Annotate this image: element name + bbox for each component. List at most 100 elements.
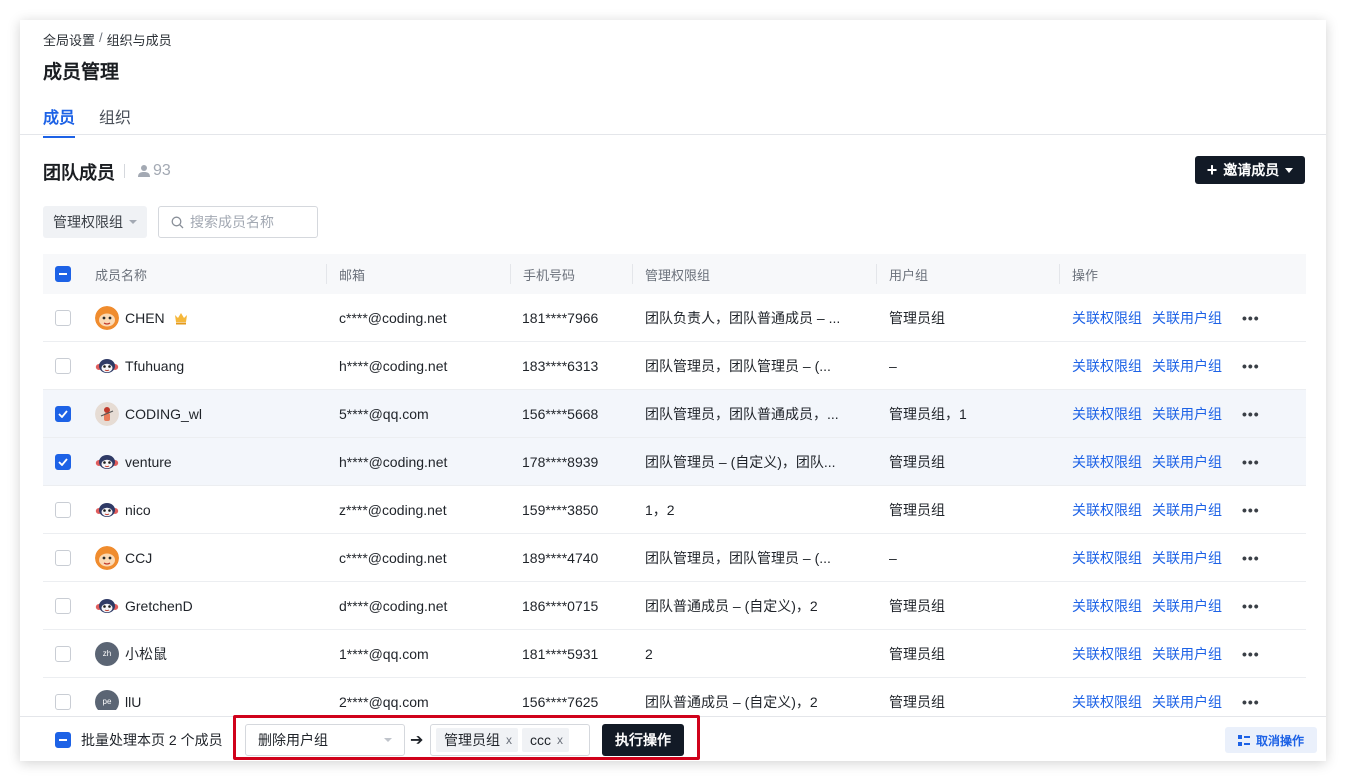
member-name[interactable]: CHEN [125,310,165,326]
more-icon[interactable]: ••• [1242,406,1260,422]
table-body: CHEN c****@coding.net 181****7966 团队负责人，… [43,294,1306,710]
link-user-group-button[interactable]: 关联用户组 [1152,596,1222,616]
member-name[interactable]: 小松鼠 [125,644,167,664]
group-tag: ccc x [522,728,569,752]
invite-member-button[interactable]: + 邀请成员 [1195,156,1305,184]
link-perm-group-button[interactable]: 关联权限组 [1072,404,1142,424]
caret-down-icon [384,738,392,742]
member-name-cell: zh 小松鼠 [95,630,326,677]
target-group-select[interactable]: 管理员组 x ccc x [430,724,590,756]
more-icon[interactable]: ••• [1242,550,1260,566]
link-user-group-button[interactable]: 关联用户组 [1152,452,1222,472]
link-user-group-button[interactable]: 关联用户组 [1152,644,1222,664]
tab-bar: 成员 组织 [43,104,131,138]
table-row[interactable]: CODING_wl 5****@qq.com 156****5668 团队管理员… [43,390,1306,438]
row-checkbox[interactable] [55,645,71,662]
select-all-checkbox[interactable] [55,266,71,282]
link-perm-group-button[interactable]: 关联权限组 [1072,500,1142,520]
member-name[interactable]: CCJ [125,550,152,566]
bulk-action-bar: 批量处理本页 2 个成员 删除用户组 ➔ 管理员组 x ccc x 执行操作 取… [20,715,1326,761]
header-operations: 操作 [1059,254,1306,294]
close-icon[interactable]: x [557,733,563,747]
breadcrumb-root[interactable]: 全局设置 [43,30,95,49]
link-user-group-button[interactable]: 关联用户组 [1152,548,1222,568]
table-header: 成员名称 邮箱 手机号码 管理权限组 用户组 操作 [43,254,1306,294]
avatar [95,594,119,618]
execute-button[interactable]: 执行操作 [602,724,684,756]
member-phone: 156****7625 [522,693,599,710]
more-icon[interactable]: ••• [1242,502,1260,518]
cancel-operation-button[interactable]: 取消操作 [1225,727,1317,753]
member-phone: 178****8939 [522,453,599,470]
table-row[interactable]: GretchenD d****@coding.net 186****0715 团… [43,582,1306,630]
row-checkbox[interactable] [55,549,71,566]
link-perm-group-button[interactable]: 关联权限组 [1072,644,1142,664]
member-phone: 181****5931 [522,645,599,662]
more-icon[interactable]: ••• [1242,310,1260,326]
perm-group-filter-label: 管理权限组 [53,214,123,230]
tab-organization[interactable]: 组织 [99,104,131,138]
bulk-action-select[interactable]: 删除用户组 [245,724,405,756]
row-checkbox[interactable] [55,693,71,710]
link-user-group-button[interactable]: 关联用户组 [1152,692,1222,711]
row-checkbox[interactable] [55,597,71,614]
more-icon[interactable]: ••• [1242,646,1260,662]
page-title: 成员管理 [43,62,120,83]
row-select-cell [43,342,95,389]
link-perm-group-button[interactable]: 关联权限组 [1072,596,1142,616]
more-icon[interactable]: ••• [1242,598,1260,614]
bulk-select-cell [55,732,71,748]
member-user-group: 管理员组 [889,645,945,662]
close-icon[interactable]: x [506,733,512,747]
row-checkbox[interactable] [55,501,71,518]
search-icon [171,216,184,228]
row-checkbox[interactable] [55,405,71,422]
table-row[interactable]: pe llU 2****@qq.com 156****7625 团队普通成员 –… [43,678,1306,710]
member-name[interactable]: Tfuhuang [125,358,184,374]
link-user-group-button[interactable]: 关联用户组 [1152,308,1222,328]
tab-members[interactable]: 成员 [43,104,76,138]
member-phone: 189****4740 [522,549,599,566]
member-name[interactable]: llU [125,694,141,710]
bulk-select-checkbox[interactable] [55,732,71,748]
invite-member-label: 邀请成员 [1223,162,1280,178]
link-user-group-button[interactable]: 关联用户组 [1152,500,1222,520]
more-icon[interactable]: ••• [1242,454,1260,470]
member-name[interactable]: venture [125,454,172,470]
member-name[interactable]: nico [125,502,151,518]
link-perm-group-button[interactable]: 关联权限组 [1072,548,1142,568]
member-name[interactable]: GretchenD [125,598,193,614]
more-icon[interactable]: ••• [1242,694,1260,710]
caret-down-icon [1285,167,1294,173]
row-checkbox[interactable] [55,357,71,374]
member-name-cell: venture [95,438,326,485]
table-row[interactable]: venture h****@coding.net 178****8939 团队管… [43,438,1306,486]
row-checkbox[interactable] [55,309,71,326]
search-input[interactable] [190,214,310,230]
row-checkbox[interactable] [55,453,71,470]
member-operations: 关联权限组 关联用户组 ••• [1059,438,1306,485]
link-perm-group-button[interactable]: 关联权限组 [1072,692,1142,711]
breadcrumb-current[interactable]: 组织与成员 [107,30,172,49]
table-row[interactable]: CHEN c****@coding.net 181****7966 团队负责人，… [43,294,1306,342]
perm-group-filter[interactable]: 管理权限组 [43,206,147,238]
member-phone: 183****6313 [522,357,599,374]
more-icon[interactable]: ••• [1242,358,1260,374]
member-user-group: 管理员组 [889,597,945,614]
member-user-group: 管理员组 [889,693,945,710]
avatar [95,498,119,522]
avatar [95,545,119,570]
table-row[interactable]: Tfuhuang h****@coding.net 183****6313 团队… [43,342,1306,390]
table-row[interactable]: CCJ c****@coding.net 189****4740 团队管理员，团… [43,534,1306,582]
link-perm-group-button[interactable]: 关联权限组 [1072,452,1142,472]
member-email: 5****@qq.com [339,405,429,422]
table-row[interactable]: zh 小松鼠 1****@qq.com 181****5931 2 管理员组 关… [43,630,1306,678]
link-user-group-button[interactable]: 关联用户组 [1152,356,1222,376]
table-row[interactable]: nico z****@coding.net 159****3850 1，2 管理… [43,486,1306,534]
member-name-cell: nico [95,486,326,533]
link-user-group-button[interactable]: 关联用户组 [1152,404,1222,424]
member-name[interactable]: CODING_wl [125,406,202,422]
arrow-right-icon: ➔ [410,732,424,749]
link-perm-group-button[interactable]: 关联权限组 [1072,308,1142,328]
link-perm-group-button[interactable]: 关联权限组 [1072,356,1142,376]
